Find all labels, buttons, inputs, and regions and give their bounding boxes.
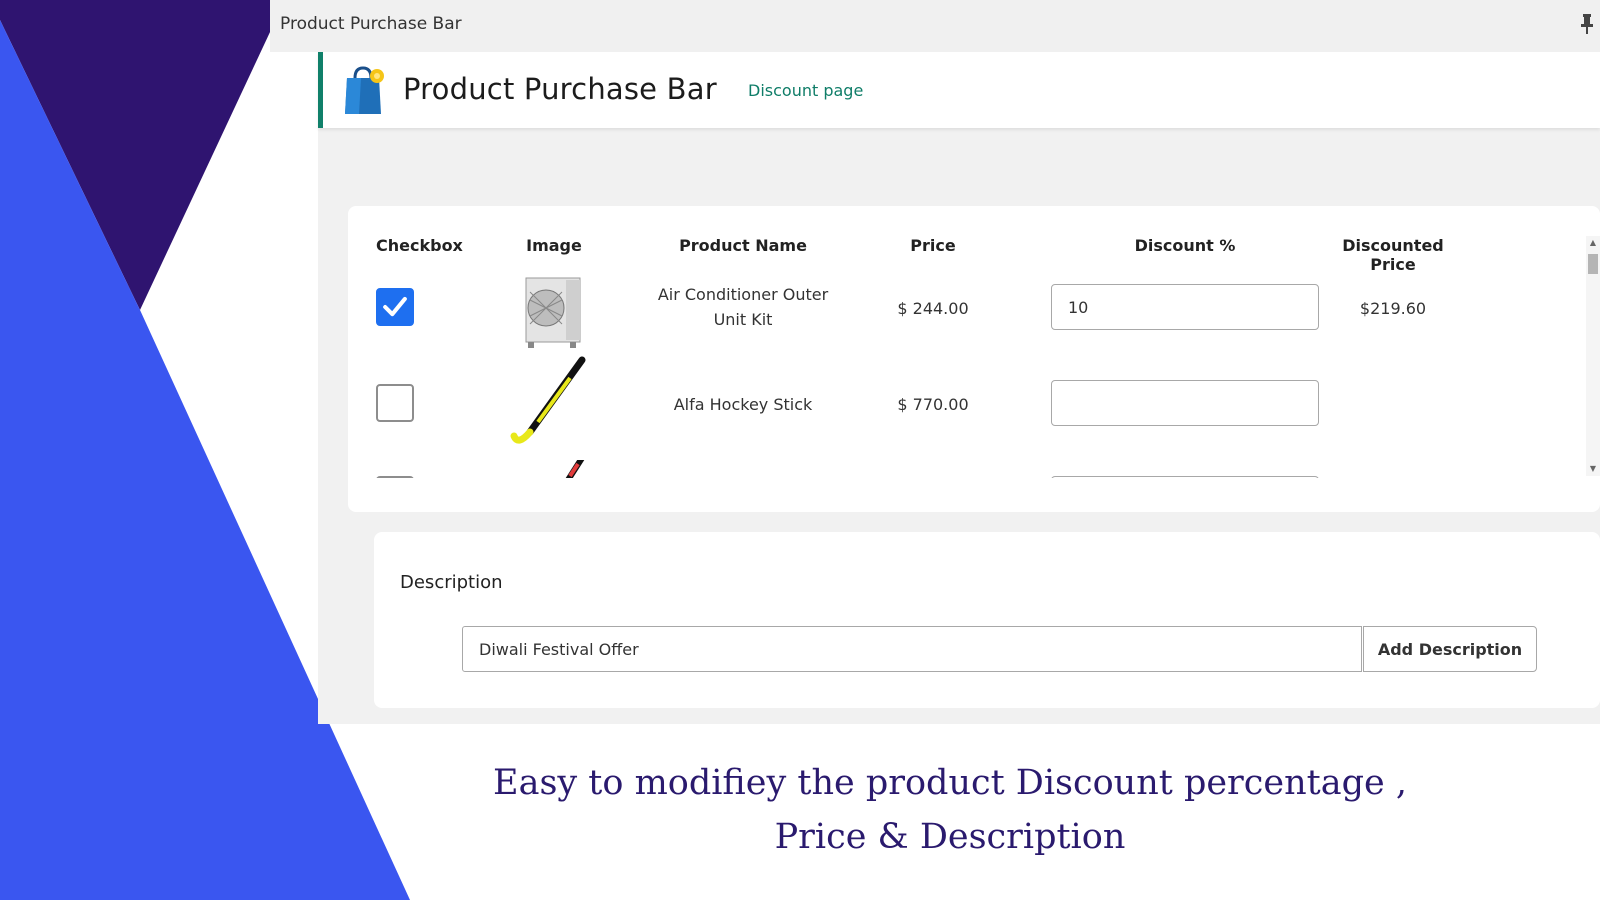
table-row: Air Conditioner Outer Unit Kit $ 244.00 … <box>348 268 1558 364</box>
caption-line1: Easy to modifiey the product Discount pe… <box>493 763 1407 803</box>
page-title: Product Purchase Bar <box>403 72 717 106</box>
table-scrollbar[interactable]: ▲ ▼ <box>1586 236 1600 476</box>
app-header: Product Purchase Bar Discount page <box>318 52 1600 128</box>
product-table: Checkbox Image Product Name Price Discou… <box>348 206 1600 512</box>
product-name-line1: Air Conditioner Outer <box>657 285 829 304</box>
scroll-down-arrow-icon[interactable]: ▼ <box>1588 464 1598 474</box>
column-header-image: Image <box>526 236 582 255</box>
column-header-discount: Discount % <box>1134 236 1236 255</box>
description-card: Description Add Description <box>374 532 1600 708</box>
product-name-line2: Unit Kit <box>713 310 773 329</box>
product-name: Alfa Hockey Stick <box>673 395 813 414</box>
discount-page-link[interactable]: Discount page <box>748 81 863 100</box>
pin-icon[interactable] <box>1580 14 1594 34</box>
shopping-bag-icon <box>345 66 384 114</box>
product-price: $ 770.00 <box>897 395 969 414</box>
window-title: Product Purchase Bar <box>280 14 462 34</box>
row-checkbox[interactable] <box>376 384 414 422</box>
window-topbar: Product Purchase Bar <box>270 0 1600 52</box>
discount-input-partial[interactable] <box>1051 476 1319 478</box>
checkmark-icon <box>383 296 407 317</box>
discount-input[interactable] <box>1051 284 1319 330</box>
description-input[interactable] <box>462 626 1362 672</box>
table-row-partial <box>348 460 1558 478</box>
app-main: Product Purchase Bar Discount page Check… <box>318 52 1600 724</box>
discounted-price: $219.60 <box>1359 299 1427 318</box>
scroll-up-arrow-icon[interactable]: ▲ <box>1588 238 1598 248</box>
row-checkbox[interactable] <box>376 476 414 478</box>
product-price: $ 244.00 <box>897 299 969 318</box>
column-header-product-name: Product Name <box>679 236 807 255</box>
column-header-checkbox: Checkbox <box>376 236 463 255</box>
caption-line2: Price & Description <box>774 817 1126 857</box>
hockey-stick-image <box>510 356 586 444</box>
column-header-price: Price <box>910 236 956 255</box>
scroll-thumb[interactable] <box>1588 254 1598 274</box>
product-image-partial <box>565 460 585 478</box>
product-name: Air Conditioner Outer Unit Kit <box>648 282 838 332</box>
add-description-button[interactable]: Add Description <box>1363 626 1537 672</box>
description-label: Description <box>400 572 503 593</box>
discount-input[interactable] <box>1051 380 1319 426</box>
air-conditioner-unit-image <box>525 277 581 348</box>
table-row: Alfa Hockey Stick $ 770.00 <box>348 356 1558 460</box>
promo-caption: Easy to modifiey the product Discount pe… <box>470 756 1430 864</box>
row-checkbox-checked[interactable] <box>376 288 414 326</box>
